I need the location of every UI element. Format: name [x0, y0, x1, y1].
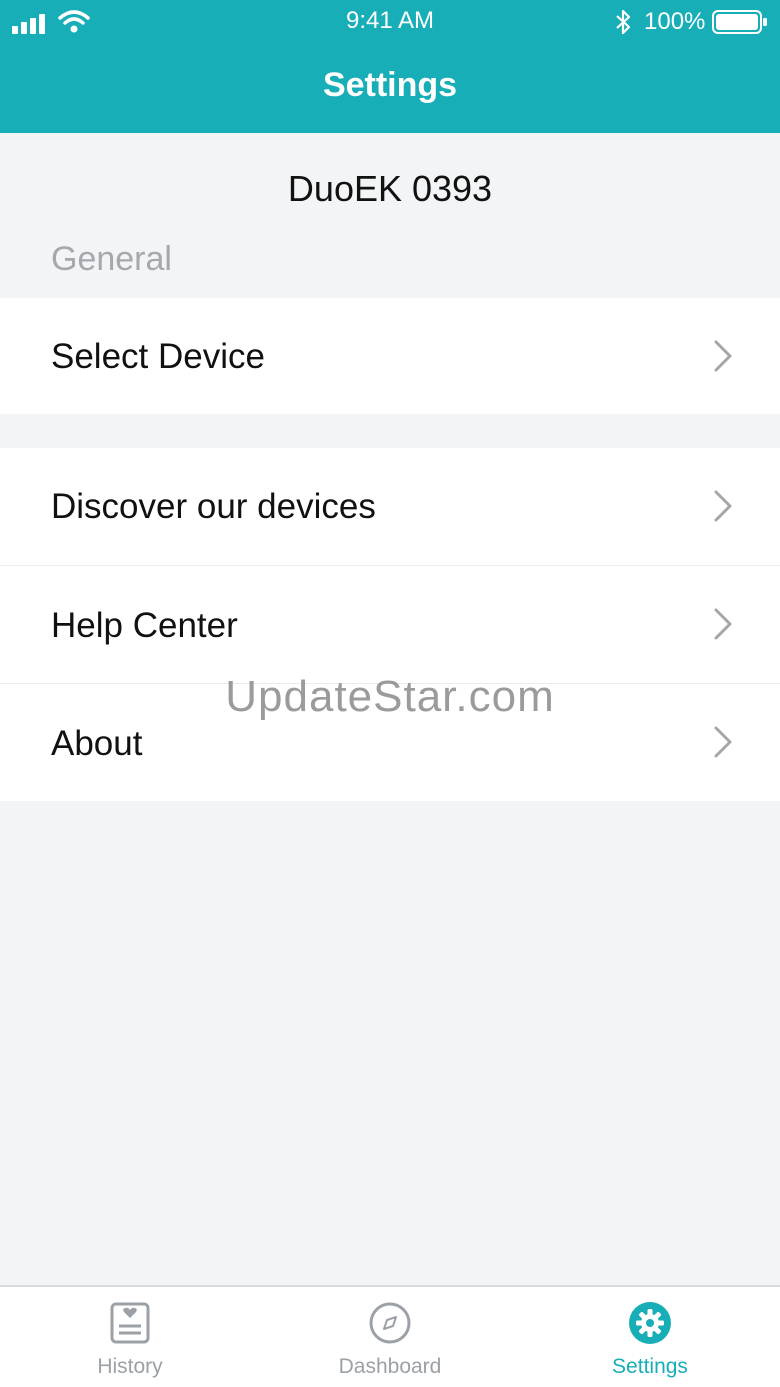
battery-percent: 100%: [644, 8, 706, 35]
row-label: Select Device: [51, 337, 265, 376]
select-device-row[interactable]: Select Device: [0, 298, 780, 414]
status-bar: 9:41 AM 100%: [0, 0, 780, 44]
row-label: Discover our devices: [51, 487, 376, 526]
tab-settings[interactable]: Settings: [520, 1287, 780, 1387]
history-icon: [110, 1302, 150, 1344]
watermark: UpdateStar.com: [225, 672, 555, 721]
help-center-row[interactable]: Help Center: [0, 566, 780, 683]
bluetooth-icon: [616, 9, 631, 35]
gear-icon: [629, 1302, 671, 1344]
app-header: 9:41 AM 100% Settings: [0, 0, 780, 133]
chevron-right-icon: [714, 340, 732, 372]
section-header-general: General: [51, 240, 172, 278]
battery-icon: [712, 10, 767, 34]
compass-icon: [369, 1302, 411, 1344]
discover-devices-row[interactable]: Discover our devices: [0, 448, 780, 565]
chevron-right-icon: [714, 726, 732, 758]
chevron-right-icon: [714, 490, 732, 522]
chevron-right-icon: [714, 608, 732, 640]
tab-bar: History Dashboard Settings: [0, 1285, 780, 1387]
row-label: Help Center: [51, 606, 238, 645]
device-name: DuoEK 0393: [287, 168, 493, 209]
tab-label: History: [97, 1355, 163, 1378]
page-title: Settings: [322, 66, 458, 104]
tab-history[interactable]: History: [0, 1287, 260, 1387]
row-label: About: [51, 724, 143, 763]
tab-label: Dashboard: [338, 1355, 442, 1378]
tab-dashboard[interactable]: Dashboard: [260, 1287, 520, 1387]
tab-label: Settings: [612, 1355, 688, 1378]
